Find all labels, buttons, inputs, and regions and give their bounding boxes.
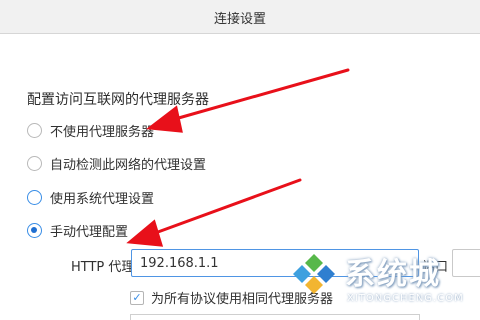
watermark-url: XITONGCHENG.COM: [347, 293, 464, 304]
arrow-head: [126, 219, 164, 247]
xitongcheng-diamond-logo: [293, 254, 335, 294]
watermark-text: 系统城: [345, 257, 441, 292]
arrow-head: [146, 105, 183, 133]
red-arrow-annotation: [145, 178, 302, 238]
red-arrow-annotation: [166, 68, 350, 123]
